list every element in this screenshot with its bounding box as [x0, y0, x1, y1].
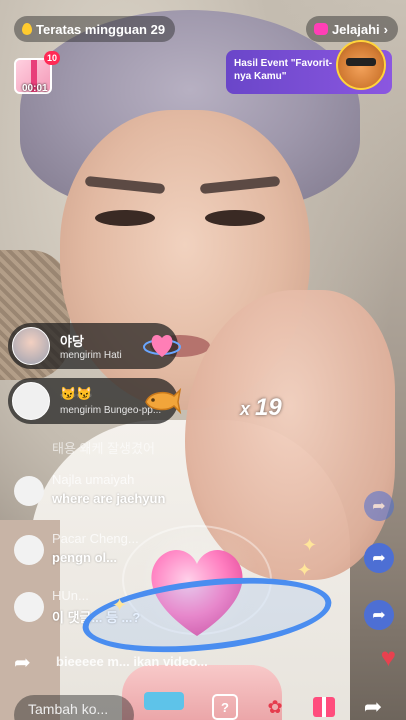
gift-icon[interactable]	[311, 694, 337, 720]
faded-comment: 태용 왜케 잘생겼어	[52, 441, 155, 456]
heart-gift-animation: ✦ ✦ ✦	[79, 525, 342, 720]
mascot-icon	[336, 40, 386, 90]
fish-bread-icon	[145, 387, 182, 415]
avatar[interactable]	[12, 382, 50, 420]
avatar[interactable]	[12, 327, 50, 365]
comment-input[interactable]: Tambah ko...	[14, 695, 134, 720]
heart-gift-icon	[143, 335, 181, 357]
gift-notification: 야당 mengirim Hati	[8, 323, 181, 369]
gift-sender-name: 😼😼	[60, 386, 93, 401]
comment-username[interactable]: Najla umaiyah	[52, 472, 134, 487]
share-arrow-icon[interactable]: ➦	[364, 491, 394, 521]
share-arrow-icon[interactable]: ➦	[364, 600, 394, 630]
gift-combo-multiplier: x 19	[240, 394, 282, 421]
event-banner-text: Hasil Event "Favorit-nya Kamu"	[234, 58, 333, 82]
rose-icon[interactable]: ✿	[262, 694, 288, 720]
explore-label: Jelajahi	[331, 21, 380, 37]
gift-notification: 😼😼 mengirim Bungeo-pp...	[8, 378, 182, 424]
flame-icon	[22, 23, 32, 35]
list-item: ➦ bieeeee m... ikan video...	[14, 650, 314, 674]
gem-icon	[313, 23, 328, 35]
weekly-ranking-button[interactable]: Teratas mingguan 29	[14, 16, 176, 42]
sparkle-icon: ✦	[302, 535, 318, 555]
share-arrow-icon[interactable]: ➦	[14, 650, 31, 675]
chevron-right-icon: ›	[383, 21, 388, 37]
heart-icon: ♥	[380, 642, 396, 672]
avatar[interactable]	[14, 476, 44, 506]
explore-button[interactable]: Jelajahi ›	[305, 16, 398, 42]
gift-sender-name: 야당	[60, 334, 84, 349]
avatar[interactable]	[14, 592, 44, 622]
weekly-ranking-label: Teratas mingguan 29	[36, 21, 166, 37]
event-banner[interactable]: Hasil Event "Favorit-nya Kamu"	[226, 40, 392, 94]
question-icon[interactable]: ?	[212, 694, 238, 720]
treasure-timer: 00:01	[22, 83, 48, 94]
comment-text: where are jaehyun	[52, 491, 166, 506]
sparkle-icon: ✦	[297, 560, 313, 580]
avatar[interactable]	[14, 535, 44, 565]
gift-action-text: mengirim Hati	[60, 350, 122, 361]
gift-combo-count: 19	[255, 394, 282, 421]
share-arrow-icon[interactable]: ➦	[364, 543, 394, 573]
sparkle-icon: ✦	[112, 595, 128, 615]
treasure-count-badge: 10	[44, 51, 61, 65]
comment-text: bieeeee m... ikan video...	[56, 654, 208, 669]
share-icon[interactable]: ➦	[360, 694, 386, 720]
